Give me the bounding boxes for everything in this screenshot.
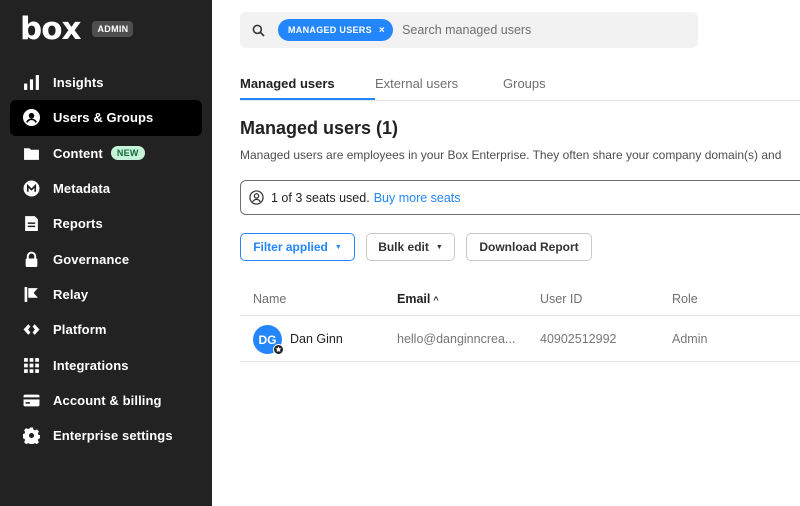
column-header-user-id[interactable]: User ID bbox=[540, 292, 582, 306]
filter-applied-button[interactable]: Filter applied ▼ bbox=[240, 233, 355, 261]
tab-groups[interactable]: Groups bbox=[503, 76, 546, 91]
sidebar-item-label: Insights bbox=[53, 75, 104, 91]
sidebar-item-label: Platform bbox=[53, 322, 107, 338]
gear-icon bbox=[22, 427, 40, 445]
sidebar-item-enterprise-settings[interactable]: Enterprise settings bbox=[10, 418, 202, 453]
user-email: hello@danginncrea... bbox=[397, 332, 516, 346]
sidebar-item-content[interactable]: Content NEW bbox=[10, 136, 202, 171]
filter-button-label: Filter applied bbox=[253, 240, 328, 254]
caret-down-icon: ▼ bbox=[435, 243, 443, 251]
sidebar-nav: Insights Users & Groups Content NEW Meta… bbox=[10, 65, 202, 453]
sidebar-item-governance[interactable]: Governance bbox=[10, 241, 202, 276]
sidebar-item-label: Content bbox=[53, 145, 103, 161]
chip-close-icon[interactable]: × bbox=[379, 25, 385, 36]
platform-icon bbox=[22, 321, 40, 339]
buy-more-seats-link[interactable]: Buy more seats bbox=[374, 191, 461, 205]
user-role: Admin bbox=[672, 332, 708, 346]
column-header-email[interactable]: Email ^ bbox=[397, 292, 439, 306]
bar-chart-icon bbox=[22, 74, 40, 92]
sidebar-item-insights[interactable]: Insights bbox=[10, 65, 202, 100]
table-header: Name Email ^ User ID Role bbox=[240, 283, 800, 316]
sidebar-item-label: Enterprise settings bbox=[53, 428, 173, 444]
sidebar-item-relay[interactable]: Relay bbox=[10, 277, 202, 312]
user-circle-icon bbox=[249, 190, 264, 205]
sidebar-item-label: Users & Groups bbox=[53, 110, 154, 126]
filter-chip-managed-users[interactable]: MANAGED USERS × bbox=[278, 19, 394, 41]
sidebar-item-metadata[interactable]: Metadata bbox=[10, 171, 202, 206]
box-logo: box bbox=[20, 11, 81, 47]
admin-star-icon bbox=[273, 344, 284, 355]
download-report-button[interactable]: Download Report bbox=[466, 233, 592, 261]
sidebar-item-label: Relay bbox=[53, 286, 89, 302]
caret-down-icon: ▼ bbox=[334, 243, 342, 251]
table-row[interactable]: DG Dan Ginn hello@danginncrea... 4090251… bbox=[240, 317, 800, 362]
tab-bar: Managed users External users Groups bbox=[240, 70, 800, 101]
sidebar-item-label: Reports bbox=[53, 216, 103, 232]
sidebar: box ADMIN Insights Users & Groups Conten… bbox=[0, 0, 212, 506]
search-icon bbox=[252, 23, 266, 37]
search-input[interactable] bbox=[402, 23, 653, 37]
folder-icon bbox=[22, 144, 40, 162]
bulk-button-label: Bulk edit bbox=[378, 240, 429, 254]
download-button-label: Download Report bbox=[479, 240, 579, 254]
sort-ascending-icon: ^ bbox=[433, 295, 439, 305]
sidebar-item-account-billing[interactable]: Account & billing bbox=[10, 383, 202, 418]
search-bar[interactable]: MANAGED USERS × bbox=[240, 12, 698, 48]
sidebar-item-label: Account & billing bbox=[53, 392, 162, 408]
user-id: 40902512992 bbox=[540, 332, 617, 346]
sidebar-item-label: Governance bbox=[53, 251, 130, 267]
seats-notice: 1 of 3 seats used. Buy more seats bbox=[240, 180, 800, 215]
sidebar-item-reports[interactable]: Reports bbox=[10, 206, 202, 241]
sidebar-item-label: Metadata bbox=[53, 181, 111, 197]
new-badge: NEW bbox=[110, 146, 145, 161]
reports-icon bbox=[22, 215, 40, 233]
lock-icon bbox=[22, 250, 40, 268]
user-circle-icon bbox=[22, 109, 40, 127]
column-header-role[interactable]: Role bbox=[672, 292, 698, 306]
column-header-label: Email bbox=[397, 292, 431, 306]
admin-badge: ADMIN bbox=[92, 21, 134, 37]
bulk-edit-button[interactable]: Bulk edit ▼ bbox=[366, 233, 455, 261]
active-tab-indicator bbox=[240, 98, 375, 100]
user-name[interactable]: Dan Ginn bbox=[290, 332, 343, 346]
sidebar-item-integrations[interactable]: Integrations bbox=[10, 347, 202, 382]
sidebar-item-platform[interactable]: Platform bbox=[10, 312, 202, 347]
tab-managed-users[interactable]: Managed users bbox=[240, 76, 335, 91]
sidebar-item-label: Integrations bbox=[53, 357, 129, 373]
credit-card-icon bbox=[22, 391, 40, 409]
seats-used-text: 1 of 3 seats used. bbox=[271, 190, 370, 205]
grid-icon bbox=[22, 356, 40, 374]
column-header-name[interactable]: Name bbox=[253, 292, 286, 306]
relay-icon bbox=[22, 285, 40, 303]
chip-label: MANAGED USERS bbox=[288, 25, 372, 35]
page-title: Managed users (1) bbox=[240, 118, 399, 138]
sidebar-item-users-groups[interactable]: Users & Groups bbox=[10, 100, 202, 136]
metadata-icon bbox=[22, 180, 40, 198]
page-description: Managed users are employees in your Box … bbox=[240, 148, 782, 162]
tab-external-users[interactable]: External users bbox=[375, 76, 458, 91]
logo[interactable]: box ADMIN bbox=[20, 11, 134, 47]
